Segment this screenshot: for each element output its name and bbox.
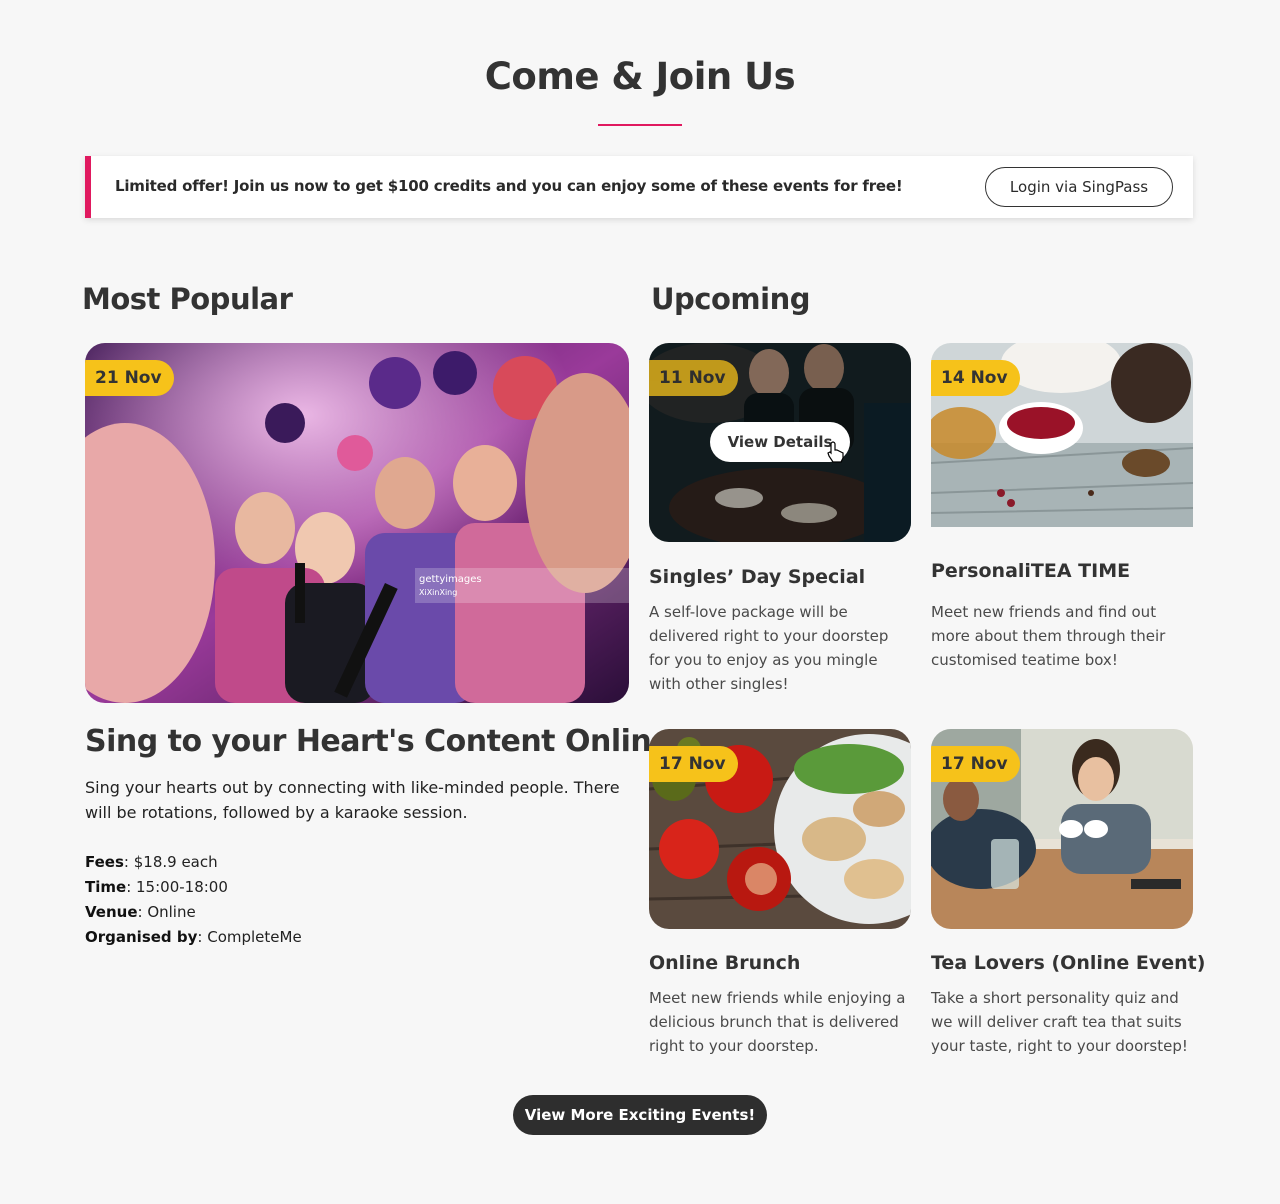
- pointer-cursor-icon: [827, 441, 844, 463]
- view-more-events-button[interactable]: View More Exciting Events!: [513, 1095, 767, 1135]
- event-description-tea-lovers: Take a short personality quiz and we wil…: [931, 989, 1188, 1055]
- event-card-image-personalitea[interactable]: 14 Nov: [931, 343, 1193, 527]
- photo-watermark-credit: XiXinXing: [419, 588, 458, 597]
- detail-venue: Venue: Online: [85, 903, 196, 921]
- title-underline: [598, 124, 682, 126]
- popular-event-details: Fees: $18.9 each Time: 15:00-18:00 Venue…: [85, 850, 302, 950]
- offer-banner-text: Limited offer! Join us now to get $100 c…: [115, 177, 903, 195]
- detail-fees: Fees: $18.9 each: [85, 853, 218, 871]
- event-card-image-singles-day[interactable]: 11 Nov View Details: [649, 343, 911, 542]
- popular-date-badge: 21 Nov: [85, 360, 174, 396]
- photo-watermark: gettyimages: [419, 574, 482, 585]
- detail-time: Time: 15:00-18:00: [85, 878, 228, 896]
- event-date-badge: 17 Nov: [649, 746, 738, 782]
- event-card-image-tea-lovers[interactable]: 17 Nov: [931, 729, 1193, 929]
- event-description-online-brunch: Meet new friends while enjoying a delici…: [649, 989, 906, 1055]
- popular-event-description: Sing your hearts out by connecting with …: [85, 778, 620, 822]
- event-title-singles-day[interactable]: Singles’ Day Special: [649, 566, 865, 588]
- most-popular-heading: Most Popular: [82, 282, 293, 316]
- popular-event-image[interactable]: 21 Nov gettyimages XiXinXing: [85, 343, 629, 703]
- event-date-badge: 14 Nov: [931, 360, 1020, 396]
- detail-organiser: Organised by: CompleteMe: [85, 928, 302, 946]
- event-title-personalitea[interactable]: PersonaliTEA TIME: [931, 560, 1130, 582]
- event-date-badge: 17 Nov: [931, 746, 1020, 782]
- event-description-personalitea: Meet new friends and find out more about…: [931, 603, 1166, 669]
- offer-banner: Limited offer! Join us now to get $100 c…: [85, 156, 1193, 218]
- event-title-tea-lovers[interactable]: Tea Lovers (Online Event): [931, 952, 1205, 974]
- upcoming-heading: Upcoming: [651, 282, 810, 316]
- karaoke-photo: [85, 343, 629, 703]
- event-card-image-online-brunch[interactable]: 17 Nov: [649, 729, 911, 929]
- page-title: Come & Join Us: [484, 55, 796, 98]
- event-description-singles-day: A self-love package will be delivered ri…: [649, 603, 889, 693]
- popular-event-title[interactable]: Sing to your Heart's Content Online: [85, 724, 672, 759]
- event-date-badge: 11 Nov: [649, 360, 738, 396]
- login-singpass-button[interactable]: Login via SingPass: [985, 167, 1173, 207]
- event-title-online-brunch[interactable]: Online Brunch: [649, 952, 800, 974]
